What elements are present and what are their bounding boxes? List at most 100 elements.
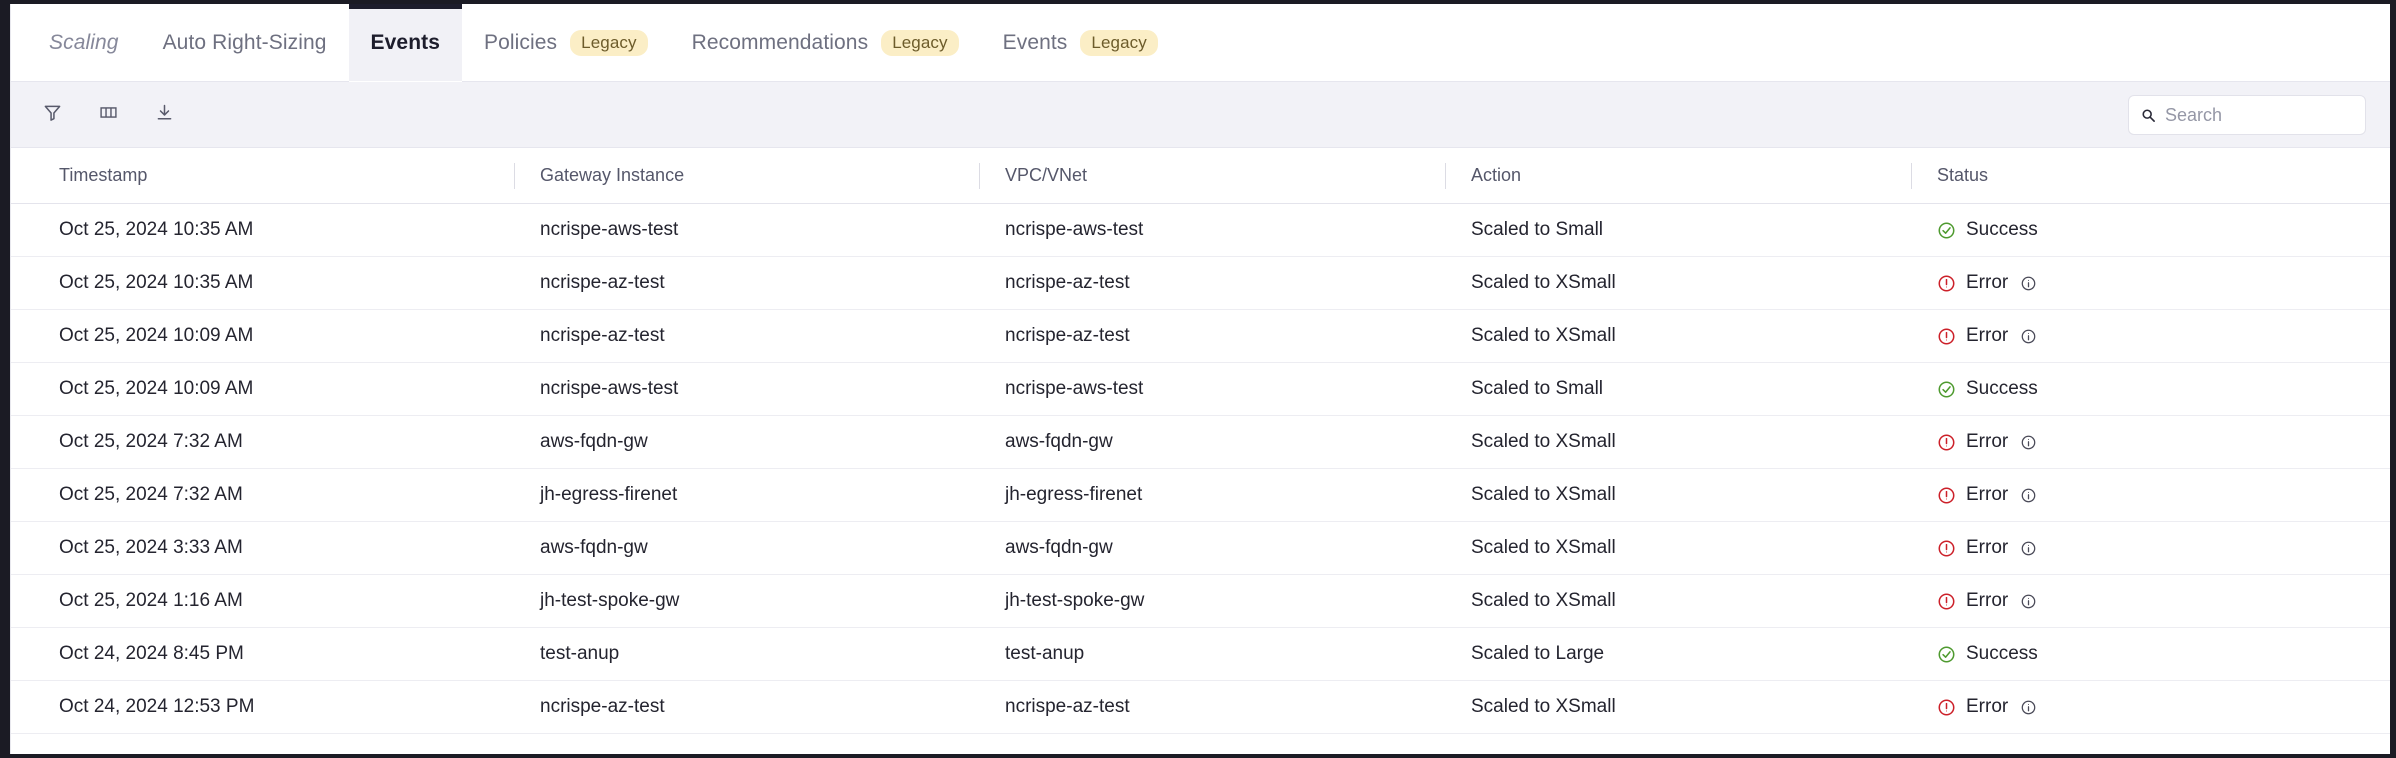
tab-auto-right-sizing[interactable]: Auto Right-Sizing xyxy=(141,4,349,82)
table-row[interactable]: Oct 25, 2024 7:32 AM aws-fqdn-gw aws-fqdn-… xyxy=(11,416,2390,469)
info-icon[interactable] xyxy=(2020,593,2037,610)
tab-label: Events xyxy=(370,31,440,54)
legacy-badge: Legacy xyxy=(1080,30,1158,56)
column-header-vpc-vnet[interactable]: VPC/VNet xyxy=(979,148,1445,203)
cell-vpc: jh-egress-firenet xyxy=(1005,484,1143,505)
info-icon[interactable] xyxy=(2020,487,2037,504)
cell-timestamp: Oct 24, 2024 8:45 PM xyxy=(59,643,244,664)
cell-timestamp: Oct 25, 2024 7:32 AM xyxy=(59,431,243,452)
info-icon[interactable] xyxy=(2020,328,2037,345)
cell-timestamp: Oct 25, 2024 3:33 AM xyxy=(59,537,243,558)
success-icon xyxy=(1937,380,1956,399)
cell-vpc: jh-test-spoke-gw xyxy=(1005,590,1145,611)
filter-button[interactable] xyxy=(37,100,67,130)
table-row[interactable]: Oct 25, 2024 3:33 AM aws-fqdn-gw aws-fqdn-… xyxy=(11,522,2390,575)
columns-icon xyxy=(99,103,118,127)
cell-status: Error xyxy=(1911,469,2377,521)
error-icon xyxy=(1937,486,1956,505)
filter-icon xyxy=(43,103,62,127)
tab-label: Recommendations xyxy=(691,31,869,54)
cell-gateway: jh-test-spoke-gw xyxy=(540,590,680,611)
table-row[interactable]: Oct 25, 2024 1:16 AM jh-test-spoke-gw jh-t… xyxy=(11,575,2390,628)
error-icon xyxy=(1937,433,1956,452)
table-row[interactable]: Oct 25, 2024 10:35 AM ncrispe-aws-test ncr… xyxy=(11,204,2390,257)
legacy-badge: Legacy xyxy=(570,30,648,56)
cell-status: Error xyxy=(1911,257,2377,309)
success-icon xyxy=(1937,645,1956,664)
download-button[interactable] xyxy=(149,100,179,130)
cell-action: Scaled to XSmall xyxy=(1471,537,1616,558)
cell-gateway: jh-egress-firenet xyxy=(540,484,678,505)
cell-vpc: ncrispe-az-test xyxy=(1005,272,1130,293)
cell-gateway: ncrispe-az-test xyxy=(540,696,665,717)
columns-button[interactable] xyxy=(93,100,123,130)
error-icon xyxy=(1937,274,1956,293)
status-badge: Error xyxy=(1966,537,2009,558)
cell-action: Scaled to Large xyxy=(1471,643,1605,664)
table-row[interactable]: Oct 25, 2024 10:09 AM ncrispe-az-test ncri… xyxy=(11,310,2390,363)
cell-gateway: ncrispe-aws-test xyxy=(540,378,679,399)
info-icon[interactable] xyxy=(2020,275,2037,292)
cell-action: Scaled to XSmall xyxy=(1471,696,1616,717)
tab-label: Events xyxy=(1002,31,1068,54)
table-row[interactable]: Oct 24, 2024 8:45 PM test-anup test-anup Sc… xyxy=(11,628,2390,681)
table-row[interactable]: Oct 25, 2024 10:09 AM ncrispe-aws-test ncr… xyxy=(11,363,2390,416)
tab-scaling[interactable]: Scaling xyxy=(27,4,141,82)
cell-status: Error xyxy=(1911,416,2377,468)
cell-gateway: ncrispe-az-test xyxy=(540,272,665,293)
column-header-action[interactable]: Action xyxy=(1445,148,1911,203)
events-panel: Scaling Auto Right-Sizing Events Policies Le… xyxy=(10,4,2390,754)
search-box[interactable] xyxy=(2128,95,2366,135)
cell-vpc: ncrispe-az-test xyxy=(1005,325,1130,346)
error-icon xyxy=(1937,539,1956,558)
info-icon[interactable] xyxy=(2020,434,2037,451)
search-icon xyxy=(2141,108,2156,123)
tab-recommendations-legacy[interactable]: Recommendations Legacy xyxy=(670,4,981,82)
cell-status: Error xyxy=(1911,575,2377,627)
status-badge: Success xyxy=(1966,219,2038,240)
tab-policies-legacy[interactable]: Policies Legacy xyxy=(462,4,670,82)
cell-timestamp: Oct 25, 2024 7:32 AM xyxy=(59,484,243,505)
cell-timestamp: Oct 24, 2024 12:53 PM xyxy=(59,696,255,717)
cell-gateway: aws-fqdn-gw xyxy=(540,537,648,558)
error-icon xyxy=(1937,592,1956,611)
cell-gateway: aws-fqdn-gw xyxy=(540,431,648,452)
error-icon xyxy=(1937,698,1956,717)
success-icon xyxy=(1937,221,1956,240)
tab-label: Auto Right-Sizing xyxy=(162,31,327,54)
cell-vpc: ncrispe-aws-test xyxy=(1005,378,1144,399)
status-badge: Error xyxy=(1966,431,2009,452)
download-icon xyxy=(155,103,174,127)
cell-vpc: test-anup xyxy=(1005,643,1085,664)
cell-vpc: aws-fqdn-gw xyxy=(1005,537,1113,558)
cell-status: Error xyxy=(1911,681,2377,733)
tab-label: Policies xyxy=(484,31,558,54)
tab-bar: Scaling Auto Right-Sizing Events Policies Le… xyxy=(11,4,2390,82)
cell-status: Success xyxy=(1911,363,2377,415)
cell-timestamp: Oct 25, 2024 10:35 AM xyxy=(59,272,254,293)
table-row[interactable]: Oct 25, 2024 7:32 AM jh-egress-firenet jh-… xyxy=(11,469,2390,522)
info-icon[interactable] xyxy=(2020,540,2037,557)
status-badge: Success xyxy=(1966,643,2038,664)
column-header-status[interactable]: Status xyxy=(1911,148,2377,203)
tab-events[interactable]: Events xyxy=(348,4,463,82)
events-table: Timestamp Gateway Instance VPC/VNet Action S… xyxy=(11,148,2390,734)
info-icon[interactable] xyxy=(2020,699,2037,716)
legacy-badge: Legacy xyxy=(881,30,959,56)
table-row[interactable]: Oct 25, 2024 10:35 AM ncrispe-az-test ncri… xyxy=(11,257,2390,310)
table-body: Oct 25, 2024 10:35 AM ncrispe-aws-test ncr… xyxy=(11,204,2390,734)
cell-action: Scaled to Small xyxy=(1471,378,1604,399)
cell-action: Scaled to XSmall xyxy=(1471,590,1616,611)
cell-action: Scaled to Small xyxy=(1471,219,1604,240)
column-header-timestamp[interactable]: Timestamp xyxy=(33,148,514,203)
search-input[interactable] xyxy=(2165,104,2353,126)
status-badge: Error xyxy=(1966,484,2009,505)
cell-status: Error xyxy=(1911,310,2377,362)
column-header-gateway-instance[interactable]: Gateway Instance xyxy=(514,148,979,203)
tab-events-legacy[interactable]: Events Legacy xyxy=(981,4,1180,82)
toolbar-icon-group xyxy=(37,100,179,130)
cell-status: Success xyxy=(1911,628,2377,680)
status-badge: Error xyxy=(1966,696,2009,717)
table-row[interactable]: Oct 24, 2024 12:53 PM ncrispe-az-test ncri… xyxy=(11,681,2390,734)
cell-action: Scaled to XSmall xyxy=(1471,484,1616,505)
